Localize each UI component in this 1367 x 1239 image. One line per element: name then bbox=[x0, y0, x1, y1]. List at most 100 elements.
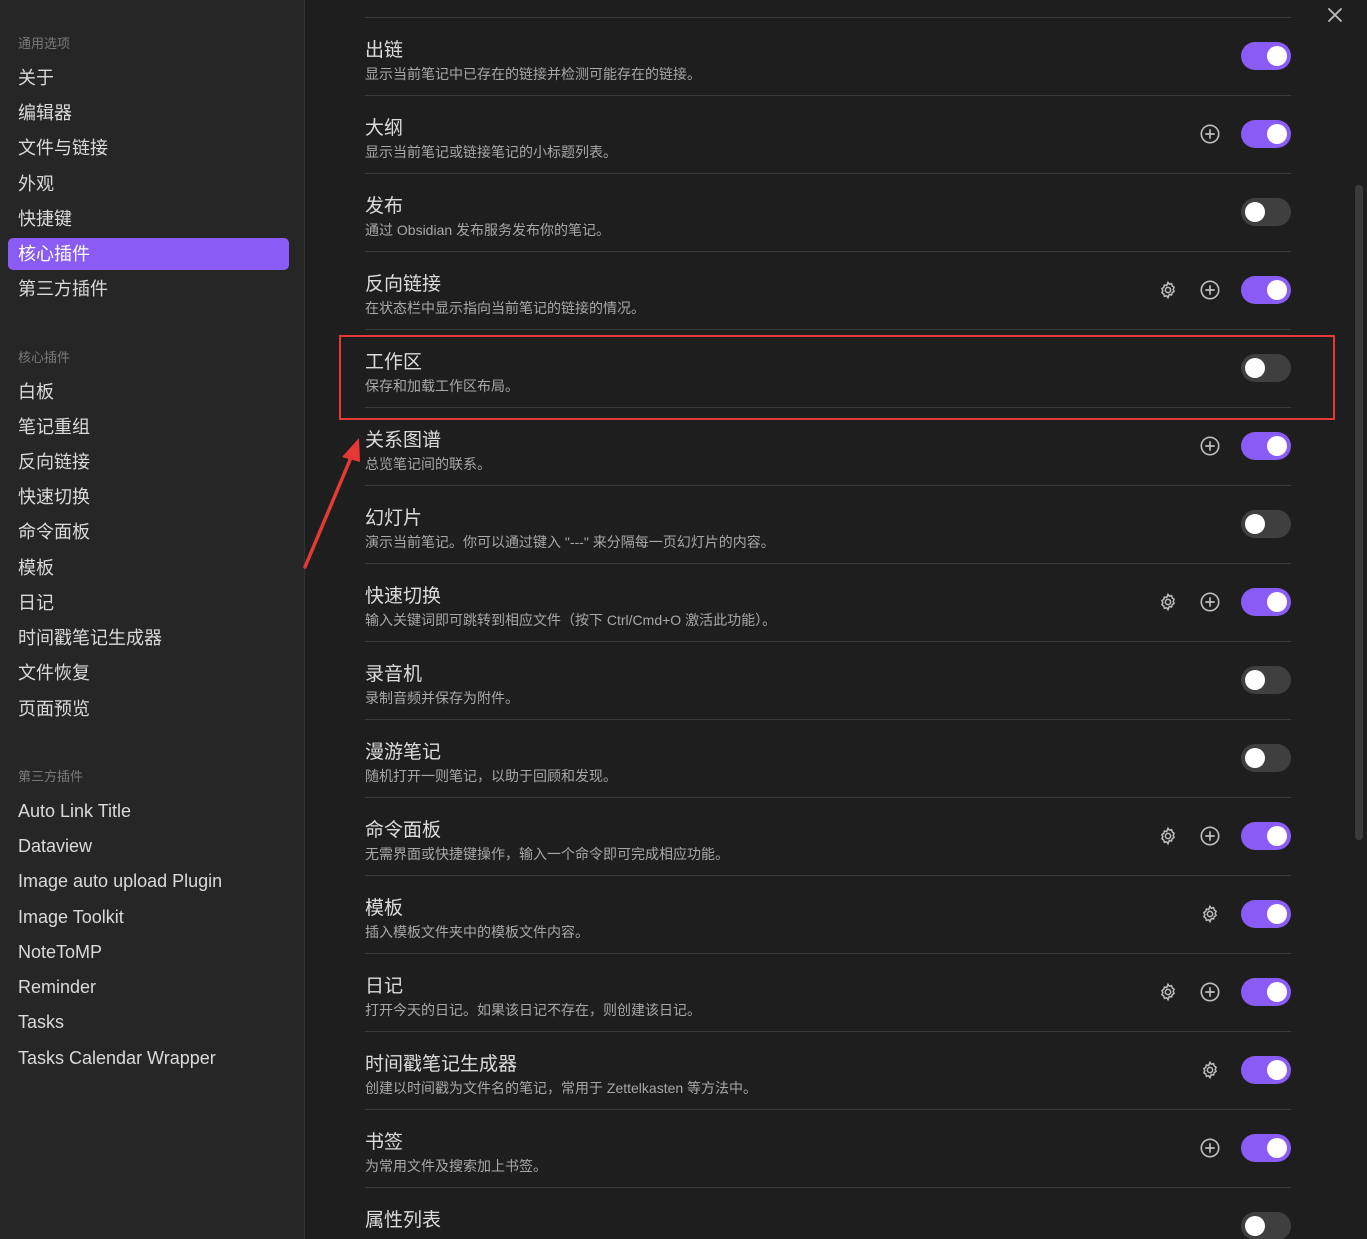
toggle-knob bbox=[1267, 826, 1287, 846]
toggle-knob bbox=[1267, 46, 1287, 66]
plugin-setting-row: 录音机 录制音频并保存为附件。 bbox=[365, 642, 1291, 720]
plugin-controls bbox=[1199, 119, 1291, 149]
nav-item-editor[interactable]: 编辑器 bbox=[8, 97, 289, 129]
nav-item-note-composer[interactable]: 笔记重组 bbox=[8, 411, 289, 443]
plugin-description: 显示当前笔记或链接笔记的小标题列表。 bbox=[365, 144, 617, 160]
plugin-controls bbox=[1241, 41, 1291, 71]
plugin-name: 快速切换 bbox=[365, 586, 442, 607]
gear-icon[interactable] bbox=[1199, 903, 1221, 925]
plugin-toggle[interactable] bbox=[1241, 276, 1291, 304]
plugin-name: 命令面板 bbox=[365, 820, 442, 841]
nav-item-page-preview[interactable]: 页面预览 bbox=[8, 693, 289, 725]
toggle-knob bbox=[1267, 436, 1287, 456]
nav-item-image-auto-upload[interactable]: Image auto upload Plugin bbox=[8, 865, 289, 897]
nav-item-appearance[interactable]: 外观 bbox=[8, 168, 289, 200]
nav-item-tasks-calendar-wrapper[interactable]: Tasks Calendar Wrapper bbox=[8, 1042, 289, 1074]
plugin-toggle[interactable] bbox=[1241, 900, 1291, 928]
nav-item-about[interactable]: 关于 bbox=[8, 62, 289, 94]
plugin-setting-row: 属性列表 bbox=[365, 1188, 1291, 1239]
plugin-setting-row: 模板 插入模板文件夹中的模板文件内容。 bbox=[365, 876, 1291, 954]
toggle-knob bbox=[1245, 514, 1265, 534]
plugin-controls bbox=[1157, 821, 1291, 851]
nav-item-quick-switcher[interactable]: 快速切换 bbox=[8, 481, 289, 513]
plus-circle-icon[interactable] bbox=[1199, 591, 1221, 613]
plugin-description: 插入模板文件夹中的模板文件内容。 bbox=[365, 924, 589, 940]
nav-item-file-recovery[interactable]: 文件恢复 bbox=[8, 657, 289, 689]
plus-circle-icon[interactable] bbox=[1199, 825, 1221, 847]
plugin-toggle[interactable] bbox=[1241, 666, 1291, 694]
highlight-annotation-box bbox=[339, 335, 1335, 420]
plugin-toggle[interactable] bbox=[1241, 978, 1291, 1006]
plugin-name: 大纲 bbox=[365, 118, 404, 139]
nav-item-notetomp[interactable]: NoteToMP bbox=[8, 936, 289, 968]
nav-item-community-plugins[interactable]: 第三方插件 bbox=[8, 273, 289, 305]
plugin-setting-row: 日记打开今天的日记。如果该日记不存在，则创建该日记。 bbox=[365, 954, 1291, 1032]
plugin-name: 出链 bbox=[365, 40, 404, 61]
toggle-knob bbox=[1267, 1060, 1287, 1080]
plugin-setting-row: 快速切换 输入关键词即可跳转到相应文件（按下 Ctrl/Cmd+O 激活此功能）。 bbox=[365, 564, 1291, 642]
plugin-controls bbox=[1241, 743, 1291, 773]
toggle-knob bbox=[1267, 904, 1287, 924]
plugin-toggle[interactable] bbox=[1241, 588, 1291, 616]
plugin-controls bbox=[1157, 977, 1291, 1007]
plugin-name: 关系图谱 bbox=[365, 430, 442, 451]
plus-circle-icon[interactable] bbox=[1199, 123, 1221, 145]
nav-item-templates[interactable]: 模板 bbox=[8, 552, 289, 584]
plugin-description: 录制音频并保存为附件。 bbox=[365, 690, 519, 706]
nav-item-image-toolkit[interactable]: Image Toolkit bbox=[8, 901, 289, 933]
gear-icon[interactable] bbox=[1157, 825, 1179, 847]
toggle-knob bbox=[1267, 982, 1287, 1002]
plugin-toggle[interactable] bbox=[1241, 1212, 1291, 1239]
plugin-name: 日记 bbox=[365, 976, 404, 997]
plugin-setting-row: 反向链接 在状态栏中显示指向当前笔记的链接的情况。 bbox=[365, 252, 1291, 330]
toggle-knob bbox=[1245, 748, 1265, 768]
gear-icon[interactable] bbox=[1199, 1059, 1221, 1081]
plugin-description: 随机打开一则笔记，以助于回顾和发现。 bbox=[365, 768, 617, 784]
plus-circle-icon[interactable] bbox=[1199, 279, 1221, 301]
nav-item-dataview[interactable]: Dataview bbox=[8, 830, 289, 862]
plugin-name: 书签 bbox=[365, 1132, 404, 1153]
section-title-general: 通用选项 bbox=[18, 36, 71, 51]
plugin-toggle[interactable] bbox=[1241, 120, 1291, 148]
toggle-knob bbox=[1267, 1138, 1287, 1158]
close-icon[interactable] bbox=[1325, 5, 1345, 25]
plugin-name: 幻灯片 bbox=[365, 508, 423, 529]
plugin-toggle[interactable] bbox=[1241, 198, 1291, 226]
nav-item-command-palette[interactable]: 命令面板 bbox=[8, 516, 289, 548]
plugin-setting-row: 命令面板 无需界面或快捷键操作，输入一个命令即可完成相应功能。 bbox=[365, 798, 1291, 876]
nav-item-files-links[interactable]: 文件与链接 bbox=[8, 132, 289, 164]
plugin-toggle[interactable] bbox=[1241, 432, 1291, 460]
nav-item-canvas[interactable]: 白板 bbox=[8, 376, 289, 408]
plugin-toggle[interactable] bbox=[1241, 510, 1291, 538]
plugin-toggle[interactable] bbox=[1241, 822, 1291, 850]
nav-item-core-plugins[interactable]: 核心插件 bbox=[8, 238, 289, 270]
nav-item-reminder[interactable]: Reminder bbox=[8, 971, 289, 1003]
plus-circle-icon[interactable] bbox=[1199, 1137, 1221, 1159]
nav-item-tasks[interactable]: Tasks bbox=[8, 1006, 289, 1038]
plugin-controls bbox=[1199, 1055, 1291, 1085]
plugin-description: 总览笔记间的联系。 bbox=[365, 456, 491, 472]
plugin-controls bbox=[1241, 509, 1291, 539]
nav-item-auto-link-title[interactable]: Auto Link Title bbox=[8, 795, 289, 827]
plugin-setting-row: 时间戳笔记生成器 创建以时间戳为文件名的笔记，常用于 Zettelkasten 等… bbox=[365, 1032, 1291, 1110]
nav-item-unique-note[interactable]: 时间戳笔记生成器 bbox=[8, 622, 289, 654]
plugin-setting-row: 幻灯片 演示当前笔记。你可以通过键入 "---" 来分隔每一页幻灯片的内容。 bbox=[365, 486, 1291, 564]
gear-icon[interactable] bbox=[1157, 591, 1179, 613]
plugin-toggle[interactable] bbox=[1241, 744, 1291, 772]
plugin-setting-row: 出链 显示当前笔记中已存在的链接并检测可能存在的链接。 bbox=[365, 18, 1291, 96]
gear-icon[interactable] bbox=[1157, 981, 1179, 1003]
plugin-name: 时间戳笔记生成器 bbox=[365, 1054, 518, 1075]
plugin-name: 漫游笔记 bbox=[365, 742, 442, 763]
scrollbar[interactable] bbox=[1355, 185, 1363, 840]
plugin-toggle[interactable] bbox=[1241, 42, 1291, 70]
plus-circle-icon[interactable] bbox=[1199, 981, 1221, 1003]
plugin-description: 打开今天的日记。如果该日记不存在，则创建该日记。 bbox=[365, 1002, 701, 1018]
plugin-toggle[interactable] bbox=[1241, 1134, 1291, 1162]
nav-item-backlinks[interactable]: 反向链接 bbox=[8, 446, 289, 478]
gear-icon[interactable] bbox=[1157, 279, 1179, 301]
plugin-toggle[interactable] bbox=[1241, 1056, 1291, 1084]
plus-circle-icon[interactable] bbox=[1199, 435, 1221, 457]
toggle-knob bbox=[1245, 670, 1265, 690]
nav-item-hotkeys[interactable]: 快捷键 bbox=[8, 203, 289, 235]
nav-item-daily-notes[interactable]: 日记 bbox=[8, 587, 289, 619]
